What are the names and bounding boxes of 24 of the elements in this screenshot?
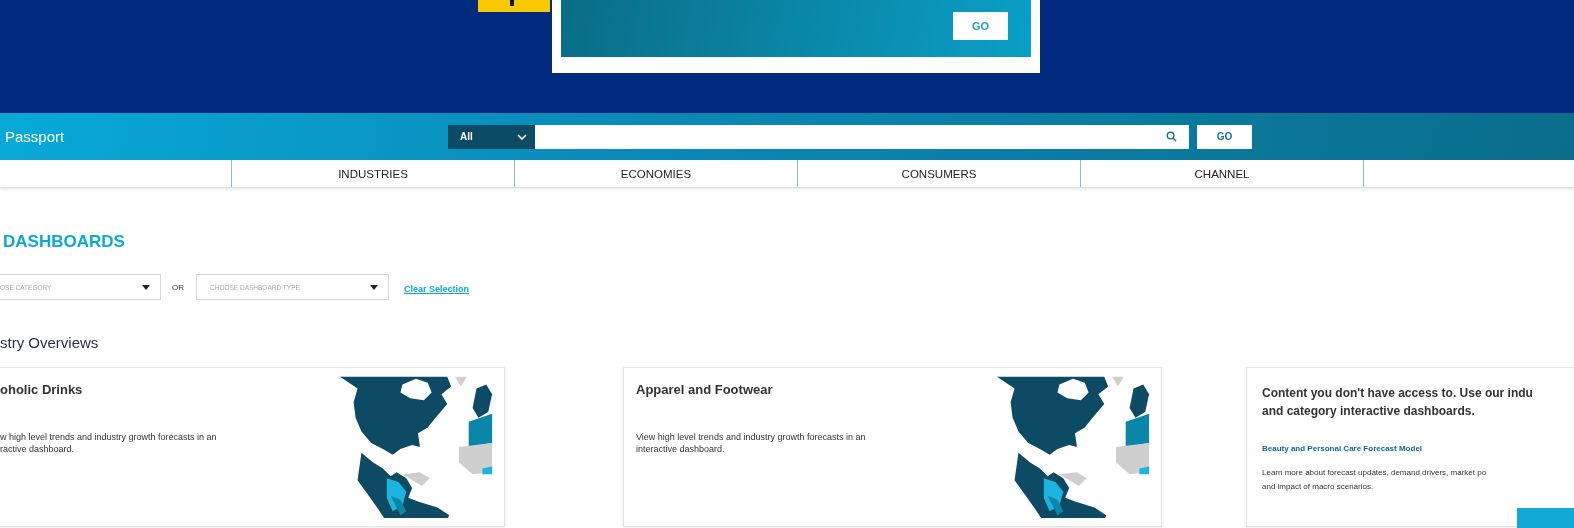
dashboard-card[interactable]: Apparel and Footwear View high level trends and industry growth forecasts in an interactive dashboard. xyxy=(623,367,1162,527)
promo-description: Learn more about forecast updates, demand drivers, market po and impact of macro scenarios. xyxy=(1262,467,1488,493)
go-button[interactable]: GO xyxy=(1197,124,1252,149)
section-title: stry Overviews xyxy=(0,334,100,351)
caret-icon xyxy=(370,284,378,290)
caret-icon xyxy=(142,284,150,290)
scope-dropdown[interactable]: All xyxy=(448,124,535,149)
card-description: w high level trends and industry growth forecasts in an ractive dashboard. xyxy=(0,431,217,455)
logo-icon xyxy=(478,0,550,12)
card-description: View high level trends and industry growth forecasts in an interactive dashboard. xyxy=(636,431,866,455)
menu-tab[interactable]: INDUSTRIES xyxy=(232,160,515,187)
forecast-model-link[interactable]: Beauty and Personal Care Forecast Model xyxy=(1262,444,1574,453)
menu-tab[interactable]: ECONOMIES xyxy=(515,160,798,187)
menu-tab[interactable]: CONSUMERS xyxy=(798,160,1081,187)
dashboard-card[interactable]: oholic Drinks w high level trends and industry growth forecasts in an ractive dashboard. xyxy=(0,367,505,527)
search-field[interactable] xyxy=(535,124,1189,149)
chevron-down-icon xyxy=(517,133,527,140)
separator-text: OR xyxy=(172,282,184,292)
search-icon[interactable] xyxy=(1166,131,1177,142)
promo-heading: Content you don't have access to. Use our indu and category interactive dashboards. xyxy=(1262,385,1534,420)
card-title: Apparel and Footwear xyxy=(636,382,774,397)
menu-tab[interactable]: CHANNEL xyxy=(1081,160,1364,187)
card-title: oholic Drinks xyxy=(0,382,84,397)
page-title: DASHBOARDS xyxy=(3,232,126,252)
